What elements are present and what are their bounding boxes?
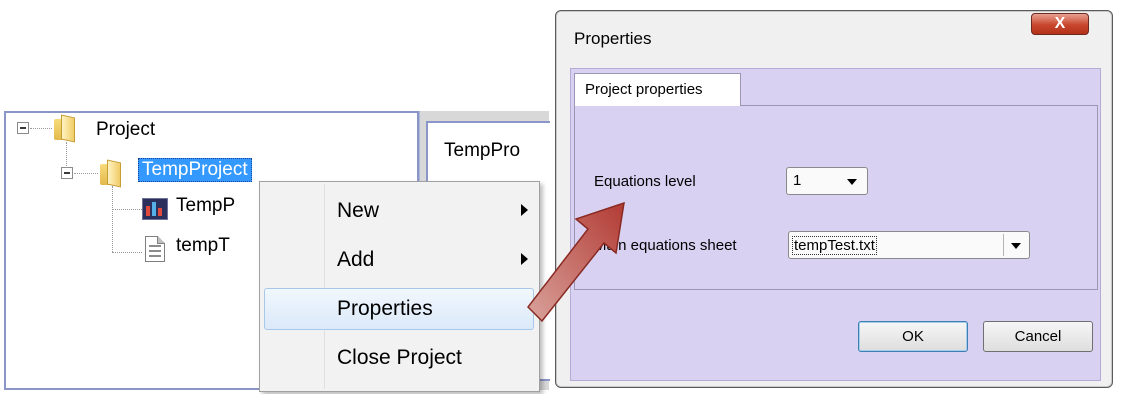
ok-button[interactable]: OK	[858, 321, 968, 352]
tree-connector	[112, 186, 113, 252]
tree-item-temp-text[interactable]: tempT	[176, 235, 230, 257]
tree-connector	[112, 209, 142, 210]
equations-level-value: 1	[793, 172, 802, 189]
tree-connector	[30, 128, 52, 129]
folder-icon	[98, 159, 124, 188]
menu-item-label: New	[337, 199, 380, 222]
chart-file-icon	[142, 198, 168, 220]
close-button[interactable]: X	[1031, 13, 1089, 35]
annotation-arrow-icon	[527, 201, 625, 323]
equations-level-select[interactable]: 1	[786, 167, 868, 195]
folder-icon	[52, 114, 78, 143]
tab-label: Project properties	[585, 81, 703, 98]
menu-item-new[interactable]: New	[264, 190, 534, 232]
cancel-button[interactable]: Cancel	[983, 321, 1093, 352]
tree-item-tempproject[interactable]: TempProject	[138, 158, 252, 182]
collapse-tempproject-icon[interactable]	[61, 167, 73, 179]
menu-item-properties[interactable]: Properties	[264, 288, 534, 330]
menu-item-add[interactable]: Add	[264, 239, 534, 281]
text-file-icon	[145, 236, 165, 262]
chevron-down-icon	[1011, 243, 1021, 249]
equations-level-label: Equations level	[594, 173, 696, 190]
tab-project-properties[interactable]: Project properties	[574, 73, 741, 106]
tree-item-temp-chart[interactable]: TempP	[176, 195, 235, 217]
context-menu: New Add Properties Close Project	[259, 181, 540, 392]
document-tab-label: TempPro	[444, 140, 521, 161]
main-equations-sheet-value: tempTest.txt	[792, 236, 877, 255]
combo-separator	[1003, 234, 1004, 256]
close-icon: X	[1054, 15, 1066, 32]
main-equations-sheet-select[interactable]: tempTest.txt	[788, 231, 1030, 259]
collapse-project-icon[interactable]	[17, 122, 29, 134]
menu-item-close-project[interactable]: Close Project	[264, 337, 534, 379]
menu-item-label: Add	[337, 248, 375, 271]
menu-item-label: Properties	[337, 297, 433, 320]
tab-page-project-properties	[574, 105, 1098, 290]
tree-connector	[74, 173, 98, 174]
tree-connector	[112, 252, 142, 253]
dialog-title: Properties	[574, 29, 652, 48]
chevron-down-icon	[847, 179, 857, 185]
menu-item-label: Close Project	[337, 346, 462, 369]
tree-item-project[interactable]: Project	[96, 119, 155, 141]
